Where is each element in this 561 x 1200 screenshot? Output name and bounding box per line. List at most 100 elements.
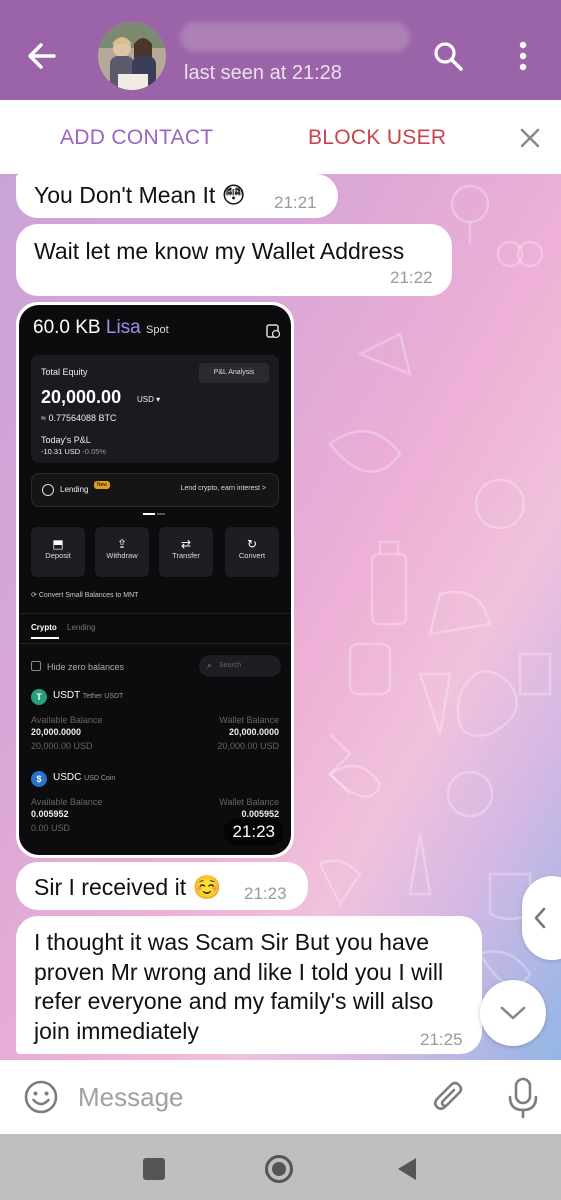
wallet-usd: 20,000.00 USD xyxy=(217,741,279,751)
available-label: Available Balance xyxy=(31,797,103,807)
side-panel-toggle[interactable] xyxy=(522,876,561,960)
last-seen-status: last seen at 21:28 xyxy=(184,62,342,84)
asset-name: USD Coin xyxy=(84,775,116,782)
system-back-button[interactable] xyxy=(396,1156,418,1182)
message-time: 21:25 xyxy=(420,1030,463,1049)
attach-icon[interactable] xyxy=(430,1078,468,1118)
contact-action-bar: ADD CONTACT BLOCK USER xyxy=(0,100,561,174)
pnl-row: -10.31 USD -0.05% xyxy=(41,447,106,456)
add-contact-button[interactable]: ADD CONTACT xyxy=(60,126,213,150)
tab-crypto: Crypto xyxy=(31,623,57,632)
convert-action: ↻ Convert xyxy=(225,527,279,577)
search-placeholder: Search xyxy=(219,662,242,669)
message-bubble-incoming[interactable]: Sir I received it ☺️ 21:23 xyxy=(16,862,308,910)
todays-pnl-label: Today's P&L xyxy=(41,435,91,445)
microphone-icon[interactable] xyxy=(506,1076,540,1120)
available-balance: 20,000.0000 xyxy=(31,727,82,737)
system-navigation-bar xyxy=(0,1134,561,1200)
equity-currency: USD ▾ xyxy=(137,395,161,404)
message-bubble-incoming[interactable]: You Don't Mean It 😳 21:21 xyxy=(16,174,338,218)
available-label: Available Balance xyxy=(31,715,103,725)
convert-label: Convert xyxy=(238,551,266,560)
withdraw-label: Withdraw xyxy=(106,551,138,560)
search-icon[interactable] xyxy=(430,38,466,74)
tab-lending: Lending xyxy=(67,623,96,632)
equity-value: 20,000.00 xyxy=(41,387,122,407)
message-bubble-incoming[interactable]: Wait let me know my Wallet Address 21:22 xyxy=(16,224,452,296)
pnl-percent: -0.05% xyxy=(82,447,107,456)
message-text: Wait let me know my Wallet Address xyxy=(34,238,405,264)
lending-label: Lending xyxy=(60,485,89,494)
back-arrow-icon[interactable] xyxy=(22,36,62,76)
recent-apps-button[interactable] xyxy=(143,1158,165,1180)
message-time: 21:21 xyxy=(274,193,317,212)
close-icon[interactable] xyxy=(516,124,544,152)
emoji-icon[interactable] xyxy=(22,1078,60,1116)
pnl-analysis-label: P&L Analysis xyxy=(213,369,255,376)
withdraw-action: ⇪ Withdraw xyxy=(95,527,149,577)
search-icon: ⌕ xyxy=(207,660,213,670)
wallet-balance: 20,000.0000 xyxy=(228,727,279,737)
transfer-label: Transfer xyxy=(172,551,200,560)
pnl-currency: USD xyxy=(64,447,81,456)
usdt-coin-icon: T xyxy=(31,689,47,705)
message-time: 21:22 xyxy=(390,268,433,287)
carousel-indicator xyxy=(143,513,155,515)
message-time: 21:23 xyxy=(244,884,287,903)
scroll-to-bottom-button[interactable] xyxy=(480,980,546,1046)
new-badge: New xyxy=(94,481,111,489)
message-text: You Don't Mean It 😳 xyxy=(34,182,246,208)
lending-banner: Lending New Lend crypto, earn interest > xyxy=(31,473,279,507)
file-size: 60.0 KB xyxy=(33,317,101,338)
account-name: Lisa xyxy=(105,317,141,338)
available-usd: 20,000.00 USD xyxy=(31,741,93,751)
message-bubble-incoming[interactable]: I thought it was Scam Sir But you have p… xyxy=(16,916,482,1054)
message-text: Sir I received it ☺️ xyxy=(34,874,222,900)
lending-icon xyxy=(42,484,54,496)
asset-symbol: USDT xyxy=(53,690,81,701)
message-composer xyxy=(0,1060,561,1134)
image-file-info: 60.0 KB Lisa Spot xyxy=(33,317,169,339)
avatar[interactable] xyxy=(98,22,166,90)
block-user-button[interactable]: BLOCK USER xyxy=(308,126,446,150)
home-button[interactable] xyxy=(264,1154,294,1184)
divider xyxy=(19,643,291,644)
available-balance: 0.005952 xyxy=(31,809,69,819)
transfer-action: ⇄ Transfer xyxy=(159,527,213,577)
asset-search-field: ⌕ Search xyxy=(199,655,281,677)
carousel-indicator xyxy=(157,513,165,515)
asset-row-usdt: USDT Tether USDT xyxy=(53,690,123,701)
pnl-analysis-button: P&L Analysis xyxy=(199,363,269,383)
more-options-icon[interactable] xyxy=(510,38,536,74)
wallet-label: Wallet Balance xyxy=(219,797,279,807)
total-equity-label: Total Equity xyxy=(41,367,88,377)
wallet-label: Wallet Balance xyxy=(219,715,279,725)
divider xyxy=(19,613,291,614)
tab-underline xyxy=(31,637,59,639)
convert-small-label: Convert Small Balances to MNT xyxy=(38,592,139,599)
chat-header: last seen at 21:28 xyxy=(0,0,561,100)
chevron-down-icon xyxy=(500,1006,526,1020)
btc-value: ≈ 0.77564088 BTC xyxy=(41,413,117,423)
deposit-action: ⬒ Deposit xyxy=(31,527,85,577)
pnl-value: -10.31 xyxy=(41,447,63,456)
message-input[interactable] xyxy=(70,1074,410,1120)
equity-card: Total Equity P&L Analysis 20,000.00 USD … xyxy=(31,355,279,463)
available-usd: 0.00 USD xyxy=(31,823,71,833)
usdc-coin-icon: $ xyxy=(31,771,47,787)
history-icon xyxy=(266,324,281,339)
chevron-left-icon xyxy=(534,907,546,929)
contact-name-redacted xyxy=(180,22,410,52)
checkbox-icon xyxy=(31,661,41,671)
photo-message-bubble[interactable]: 60.0 KB Lisa Spot Total Equity P&L Analy… xyxy=(16,302,294,858)
lending-cta: Lend crypto, earn interest > xyxy=(180,485,266,492)
photo-time: 21:23 xyxy=(224,819,283,845)
asset-row-usdc: USDC USD Coin xyxy=(53,772,115,783)
wallet-screenshot-image[interactable]: 60.0 KB Lisa Spot Total Equity P&L Analy… xyxy=(19,305,291,855)
wallet-balance: 0.005952 xyxy=(241,809,279,819)
asset-symbol: USDC xyxy=(53,772,82,783)
asset-name: Tether USDT xyxy=(82,693,124,700)
message-text: I thought it was Scam Sir But you have p… xyxy=(34,929,444,1044)
deposit-label: Deposit xyxy=(45,551,71,560)
hide-zero-label: Hide zero balances xyxy=(47,662,125,672)
